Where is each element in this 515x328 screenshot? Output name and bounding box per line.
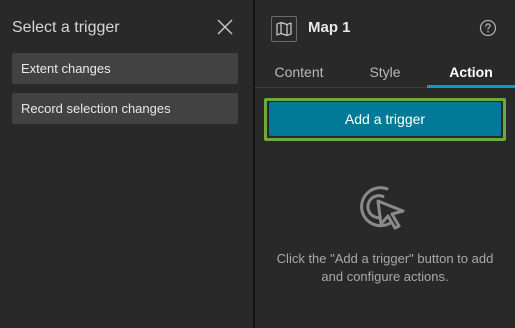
map-icon bbox=[271, 16, 297, 42]
settings-tabs: Content Style Action bbox=[255, 58, 515, 88]
add-trigger-button[interactable]: Add a trigger bbox=[269, 102, 501, 136]
trigger-panel: Select a trigger Extent changes Record s… bbox=[0, 0, 253, 328]
trigger-item-record-selection-changes[interactable]: Record selection changes bbox=[12, 93, 238, 124]
tab-content[interactable]: Content bbox=[255, 58, 343, 88]
help-icon[interactable] bbox=[479, 19, 497, 37]
pointer-target-icon bbox=[359, 184, 411, 232]
widget-title: Map 1 bbox=[308, 19, 351, 36]
tab-style[interactable]: Style bbox=[343, 58, 427, 88]
trigger-item-label: Record selection changes bbox=[21, 101, 171, 116]
close-icon bbox=[217, 19, 233, 35]
trigger-item-label: Extent changes bbox=[21, 61, 111, 76]
active-tab-indicator bbox=[427, 85, 515, 88]
app-root: Select a trigger Extent changes Record s… bbox=[0, 0, 515, 328]
trigger-panel-title: Select a trigger bbox=[12, 19, 120, 36]
close-button[interactable] bbox=[215, 17, 235, 37]
widget-settings-panel: Map 1 Content Style Action Add a trigger… bbox=[255, 0, 515, 328]
tab-action[interactable]: Action bbox=[427, 58, 515, 88]
trigger-item-extent-changes[interactable]: Extent changes bbox=[12, 53, 238, 84]
empty-state-message: Click the "Add a trigger" button to add … bbox=[276, 251, 494, 284]
trigger-panel-header: Select a trigger bbox=[0, 0, 253, 56]
